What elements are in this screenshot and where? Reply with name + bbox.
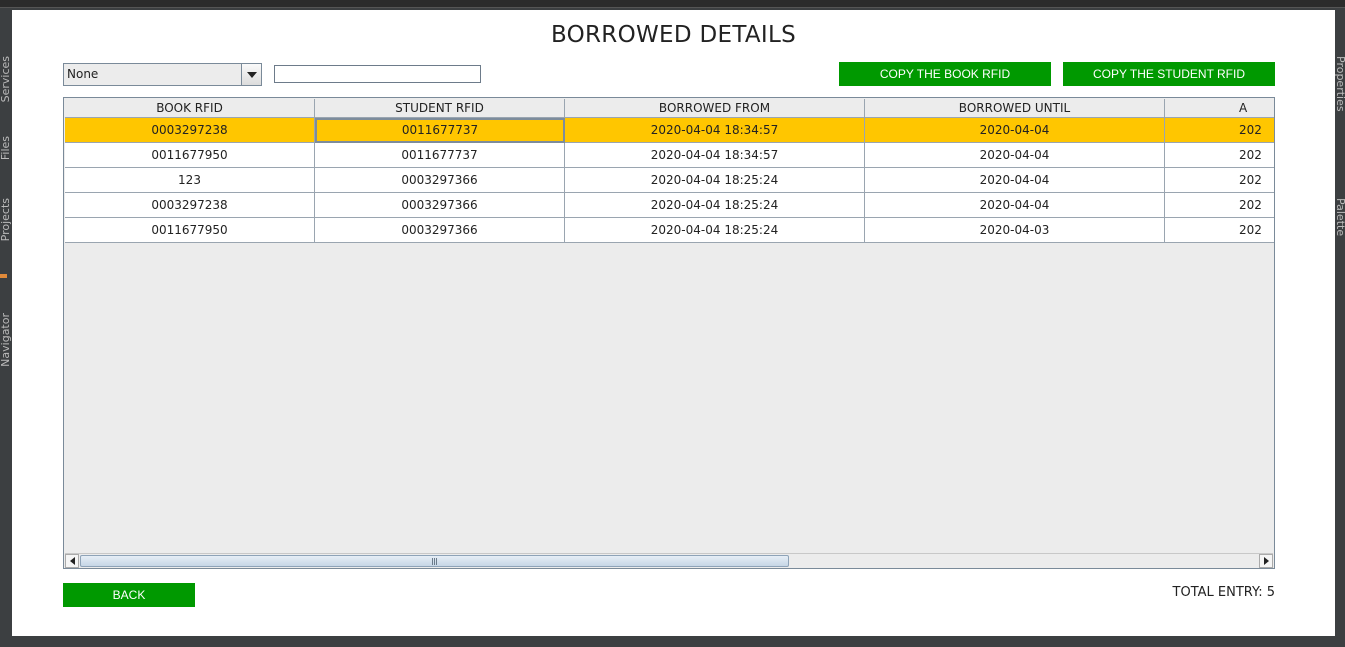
grip-icon: [432, 557, 437, 565]
table-cell[interactable]: 2020-04-04: [865, 168, 1165, 193]
ide-tab-files[interactable]: Files: [0, 136, 12, 160]
table-cell[interactable]: 0003297366: [315, 218, 565, 243]
table-cell[interactable]: 2020-04-04 18:34:57: [565, 118, 865, 143]
table-row[interactable]: 0003297238 0003297366 2020-04-04 18:25:2…: [65, 193, 1274, 218]
ide-tab-projects[interactable]: Projects: [0, 198, 12, 241]
ide-tab-palette[interactable]: Palette: [1334, 198, 1345, 236]
table-row[interactable]: 0011677950 0011677737 2020-04-04 18:34:5…: [65, 143, 1274, 168]
horizontal-scrollbar[interactable]: [65, 553, 1273, 568]
table-cell[interactable]: 0011677737: [315, 143, 565, 168]
search-input[interactable]: [274, 65, 481, 83]
table-cell[interactable]: 0011677950: [65, 218, 315, 243]
table-cell[interactable]: 2020-04-03: [865, 218, 1165, 243]
table-cell[interactable]: 0003297366: [315, 193, 565, 218]
table-cell[interactable]: 2020-04-04: [865, 193, 1165, 218]
filter-dropdown-value: None: [64, 64, 241, 85]
table-cell[interactable]: 2020-04-04: [865, 118, 1165, 143]
ide-tab-navigator[interactable]: Navigator: [0, 313, 12, 367]
table-row[interactable]: 123 0003297366 2020-04-04 18:25:24 2020-…: [65, 168, 1274, 193]
ide-left-panel: Services Files Projects Navigator: [0, 8, 12, 647]
ide-active-marker: [0, 274, 7, 278]
table-row[interactable]: 0011677950 0003297366 2020-04-04 18:25:2…: [65, 218, 1274, 243]
ide-right-panel: Properties Palette: [1334, 8, 1345, 647]
table-cell[interactable]: 0003297238: [65, 118, 315, 143]
total-entry-label: TOTAL ENTRY: 5: [1172, 585, 1275, 600]
scrollbar-thumb[interactable]: [80, 555, 789, 567]
dropdown-arrow-button[interactable]: [241, 64, 261, 85]
copy-student-rfid-button[interactable]: COPY THE STUDENT RFID: [1063, 62, 1275, 86]
table-cell[interactable]: 202: [1165, 168, 1274, 193]
filter-dropdown[interactable]: None: [63, 63, 262, 86]
table-cell[interactable]: 2020-04-04: [865, 143, 1165, 168]
column-header-5[interactable]: A: [1165, 99, 1274, 118]
table-cell[interactable]: 2020-04-04 18:25:24: [565, 193, 865, 218]
page-title: BORROWED DETAILS: [550, 22, 797, 48]
table-body: 0003297238 0011677737 2020-04-04 18:34:5…: [65, 118, 1274, 243]
table-cell[interactable]: 202: [1165, 193, 1274, 218]
table-cell[interactable]: 202: [1165, 143, 1274, 168]
ide-top-bar: [0, 0, 1345, 8]
table-cell[interactable]: 123: [65, 168, 315, 193]
table-cell[interactable]: 2020-04-04 18:34:57: [565, 143, 865, 168]
column-header-borrowed-until[interactable]: BORROWED UNTIL: [865, 99, 1165, 118]
table-cell[interactable]: 0011677950: [65, 143, 315, 168]
ide-tab-properties[interactable]: Properties: [1334, 56, 1345, 112]
table-cell[interactable]: 202: [1165, 118, 1274, 143]
ide-tab-services[interactable]: Services: [0, 56, 12, 102]
table-header: BOOK RFID STUDENT RFID BORROWED FROM BOR…: [65, 99, 1274, 118]
table-cell[interactable]: 0003297366: [315, 168, 565, 193]
table-cell[interactable]: 2020-04-04 18:25:24: [565, 218, 865, 243]
table-cell[interactable]: 0003297238: [65, 193, 315, 218]
arrow-right-icon: [1263, 557, 1269, 565]
back-button[interactable]: BACK: [63, 583, 195, 607]
arrow-left-icon: [69, 557, 75, 565]
column-header-borrowed-from[interactable]: BORROWED FROM: [565, 99, 865, 118]
column-header-book-rfid[interactable]: BOOK RFID: [65, 99, 315, 118]
scroll-left-button[interactable]: [65, 554, 79, 568]
scroll-right-button[interactable]: [1259, 554, 1273, 568]
column-header-student-rfid[interactable]: STUDENT RFID: [315, 99, 565, 118]
table-cell[interactable]: 202: [1165, 218, 1274, 243]
table-cell[interactable]: 0011677737: [315, 118, 565, 143]
table-row[interactable]: 0003297238 0011677737 2020-04-04 18:34:5…: [65, 118, 1274, 143]
chevron-down-icon: [246, 71, 257, 78]
table-cell[interactable]: 2020-04-04 18:25:24: [565, 168, 865, 193]
copy-book-rfid-button[interactable]: COPY THE BOOK RFID: [839, 62, 1051, 86]
borrowed-table: BOOK RFID STUDENT RFID BORROWED FROM BOR…: [63, 97, 1275, 569]
borrowed-details-window: BORROWED DETAILS None COPY THE BOOK RFID…: [12, 10, 1335, 636]
